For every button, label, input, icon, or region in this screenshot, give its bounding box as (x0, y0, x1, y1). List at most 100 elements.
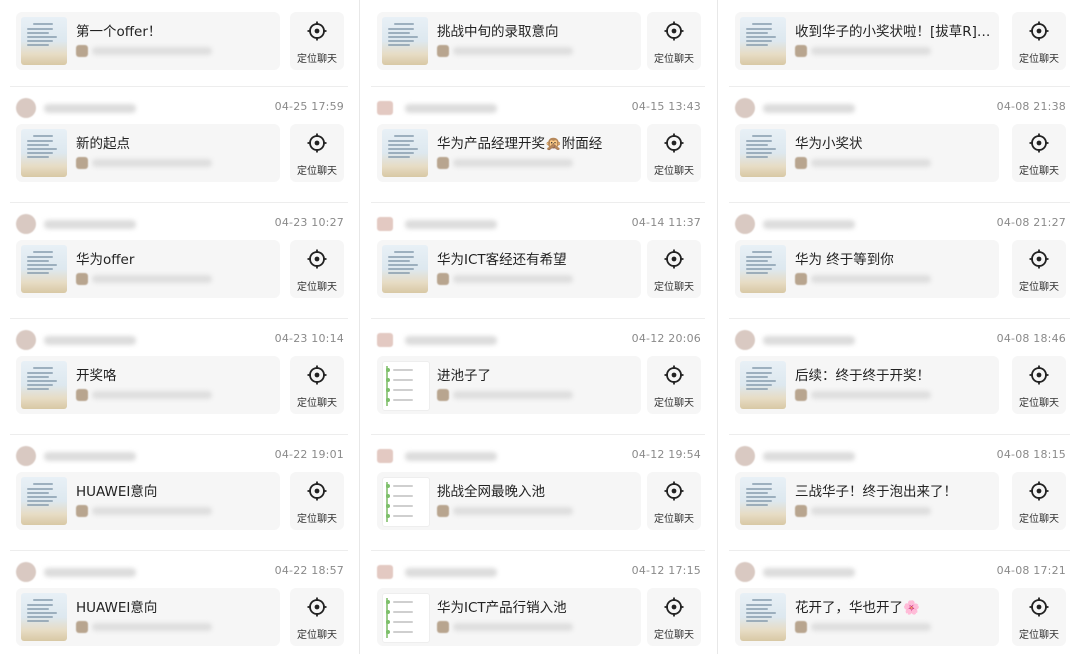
post-title: 挑战中旬的录取意向 (437, 24, 559, 40)
meta-redacted (811, 275, 931, 283)
meta-avatar (795, 157, 807, 169)
author-name-redacted (763, 336, 855, 345)
locate-chat-button[interactable]: 定位聊天 (1012, 12, 1066, 70)
post-timestamp: 04-08 18:15 (996, 448, 1066, 461)
post-card[interactable]: 华为ICT客经还有希望 (377, 240, 641, 298)
locate-chat-button[interactable]: 定位聊天 (290, 588, 344, 646)
entry-header: 04-22 19:01 (16, 445, 344, 467)
author-avatar[interactable] (16, 330, 36, 350)
author-avatar[interactable] (16, 562, 36, 582)
post-entry[interactable]: 04-08 18:46 后续：终于终于开奖！ 定位聊天 (719, 318, 1080, 438)
locate-chat-button[interactable]: 定位聊天 (290, 472, 344, 530)
post-entry[interactable]: 04-12 19:54 挑战全网最晚入池 定位聊天 (361, 434, 715, 554)
locate-chat-button[interactable]: 定位聊天 (647, 12, 701, 70)
author-name-redacted (44, 104, 136, 113)
author-avatar[interactable] (377, 101, 393, 115)
entry-divider (729, 550, 1070, 551)
post-entry[interactable]: 04-23 10:14 开奖咯 定位聊天 (0, 318, 358, 438)
meta-redacted (811, 507, 931, 515)
post-card[interactable]: HUAWEI意向 (16, 588, 280, 646)
locate-chat-button[interactable]: 定位聊天 (647, 356, 701, 414)
post-entry[interactable]: 04-08 21:38 华为小奖状 定位聊天 (719, 86, 1080, 206)
meta-avatar (795, 389, 807, 401)
author-avatar[interactable] (377, 217, 393, 231)
locate-chat-button[interactable]: 定位聊天 (647, 588, 701, 646)
column-3: 收到华子的小奖状啦！[拔草R]… 定位聊天 04-08 21:38 华为小奖状 定位聊天… (719, 0, 1080, 654)
locate-chat-button[interactable]: 定位聊天 (290, 356, 344, 414)
post-timestamp: 04-08 21:38 (996, 100, 1066, 113)
post-card[interactable]: 华为ICT产品行销入池 (377, 588, 641, 646)
author-avatar[interactable] (735, 98, 755, 118)
post-entry[interactable]: 收到华子的小奖状啦！[拔草R]… 定位聊天 (719, 0, 1080, 90)
locate-chat-button[interactable]: 定位聊天 (1012, 472, 1066, 530)
post-card[interactable]: 挑战中旬的录取意向 (377, 12, 641, 70)
post-title: 华为ICT产品行销入池 (437, 600, 567, 616)
author-avatar[interactable] (16, 446, 36, 466)
author-avatar[interactable] (735, 330, 755, 350)
meta-avatar (437, 505, 449, 517)
post-card[interactable]: 三战华子！终于泡出来了！ (735, 472, 999, 530)
meta-avatar (795, 621, 807, 633)
post-card[interactable]: HUAWEI意向 (16, 472, 280, 530)
post-card[interactable]: 新的起点 (16, 124, 280, 182)
post-entry[interactable]: 04-08 21:27 华为 终于等到你 定位聊天 (719, 202, 1080, 322)
post-thumbnail (382, 245, 428, 293)
meta-redacted (92, 275, 212, 283)
locate-chat-button[interactable]: 定位聊天 (290, 240, 344, 298)
post-thumbnail (382, 477, 430, 527)
post-entry[interactable]: 04-08 18:15 三战华子！终于泡出来了！ 定位聊天 (719, 434, 1080, 554)
meta-redacted (453, 159, 573, 167)
locate-chat-button[interactable]: 定位聊天 (290, 12, 344, 70)
post-entry[interactable]: 04-22 18:57 HUAWEI意向 定位聊天 (0, 550, 358, 654)
locate-chat-button[interactable]: 定位聊天 (1012, 356, 1066, 414)
post-entry[interactable]: 第一个offer！ 定位聊天 (0, 0, 358, 90)
author-avatar[interactable] (735, 214, 755, 234)
locate-chat-label: 定位聊天 (1019, 54, 1059, 65)
post-card[interactable]: 华为产品经理开奖🙊附面经 (377, 124, 641, 182)
author-avatar[interactable] (377, 333, 393, 347)
post-entry[interactable]: 挑战中旬的录取意向 定位聊天 (361, 0, 715, 90)
post-entry[interactable]: 04-22 19:01 HUAWEI意向 定位聊天 (0, 434, 358, 554)
locate-chat-button[interactable]: 定位聊天 (647, 124, 701, 182)
locate-chat-button[interactable]: 定位聊天 (647, 240, 701, 298)
entry-divider (729, 318, 1070, 319)
author-avatar[interactable] (377, 565, 393, 579)
post-card[interactable]: 收到华子的小奖状啦！[拔草R]… (735, 12, 999, 70)
author-avatar[interactable] (16, 214, 36, 234)
post-card[interactable]: 华为 终于等到你 (735, 240, 999, 298)
post-card[interactable]: 挑战全网最晚入池 (377, 472, 641, 530)
author-avatar[interactable] (16, 98, 36, 118)
post-card[interactable]: 第一个offer！ (16, 12, 280, 70)
post-card[interactable]: 华为offer (16, 240, 280, 298)
post-entry[interactable]: 04-15 13:43 华为产品经理开奖🙊附面经 定位聊天 (361, 86, 715, 206)
post-entry[interactable]: 04-25 17:59 新的起点 定位聊天 (0, 86, 358, 206)
meta-redacted (453, 275, 573, 283)
author-avatar[interactable] (735, 446, 755, 466)
meta-avatar (76, 505, 88, 517)
locate-chat-button[interactable]: 定位聊天 (290, 124, 344, 182)
meta-avatar (437, 45, 449, 57)
locate-chat-label: 定位聊天 (654, 630, 694, 641)
post-card[interactable]: 花开了，华也开了🌸 (735, 588, 999, 646)
entry-divider (729, 202, 1070, 203)
post-entry[interactable]: 04-12 17:15 华为ICT产品行销入池 定位聊天 (361, 550, 715, 654)
author-avatar[interactable] (377, 449, 393, 463)
post-title: 华为产品经理开奖🙊附面经 (437, 136, 603, 152)
post-card[interactable]: 进池子了 (377, 356, 641, 414)
post-card[interactable]: 后续：终于终于开奖！ (735, 356, 999, 414)
post-entry[interactable]: 04-23 10:27 华为offer 定位聊天 (0, 202, 358, 322)
post-entry[interactable]: 04-12 20:06 进池子了 定位聊天 (361, 318, 715, 438)
post-entry[interactable]: 04-08 17:21 花开了，华也开了🌸 定位聊天 (719, 550, 1080, 654)
author-avatar[interactable] (735, 562, 755, 582)
locate-chat-button[interactable]: 定位聊天 (1012, 588, 1066, 646)
locate-chat-button[interactable]: 定位聊天 (647, 472, 701, 530)
locate-chat-button[interactable]: 定位聊天 (1012, 240, 1066, 298)
post-thumbnail (21, 593, 67, 641)
post-card[interactable]: 开奖咯 (16, 356, 280, 414)
crosshair-icon (664, 365, 684, 385)
post-card[interactable]: 华为小奖状 (735, 124, 999, 182)
entry-divider (371, 550, 705, 551)
post-entry[interactable]: 04-14 11:37 华为ICT客经还有希望 定位聊天 (361, 202, 715, 322)
locate-chat-button[interactable]: 定位聊天 (1012, 124, 1066, 182)
column-1: 第一个offer！ 定位聊天 04-25 17:59 新的起点 定位聊天 04-23 10… (0, 0, 358, 654)
